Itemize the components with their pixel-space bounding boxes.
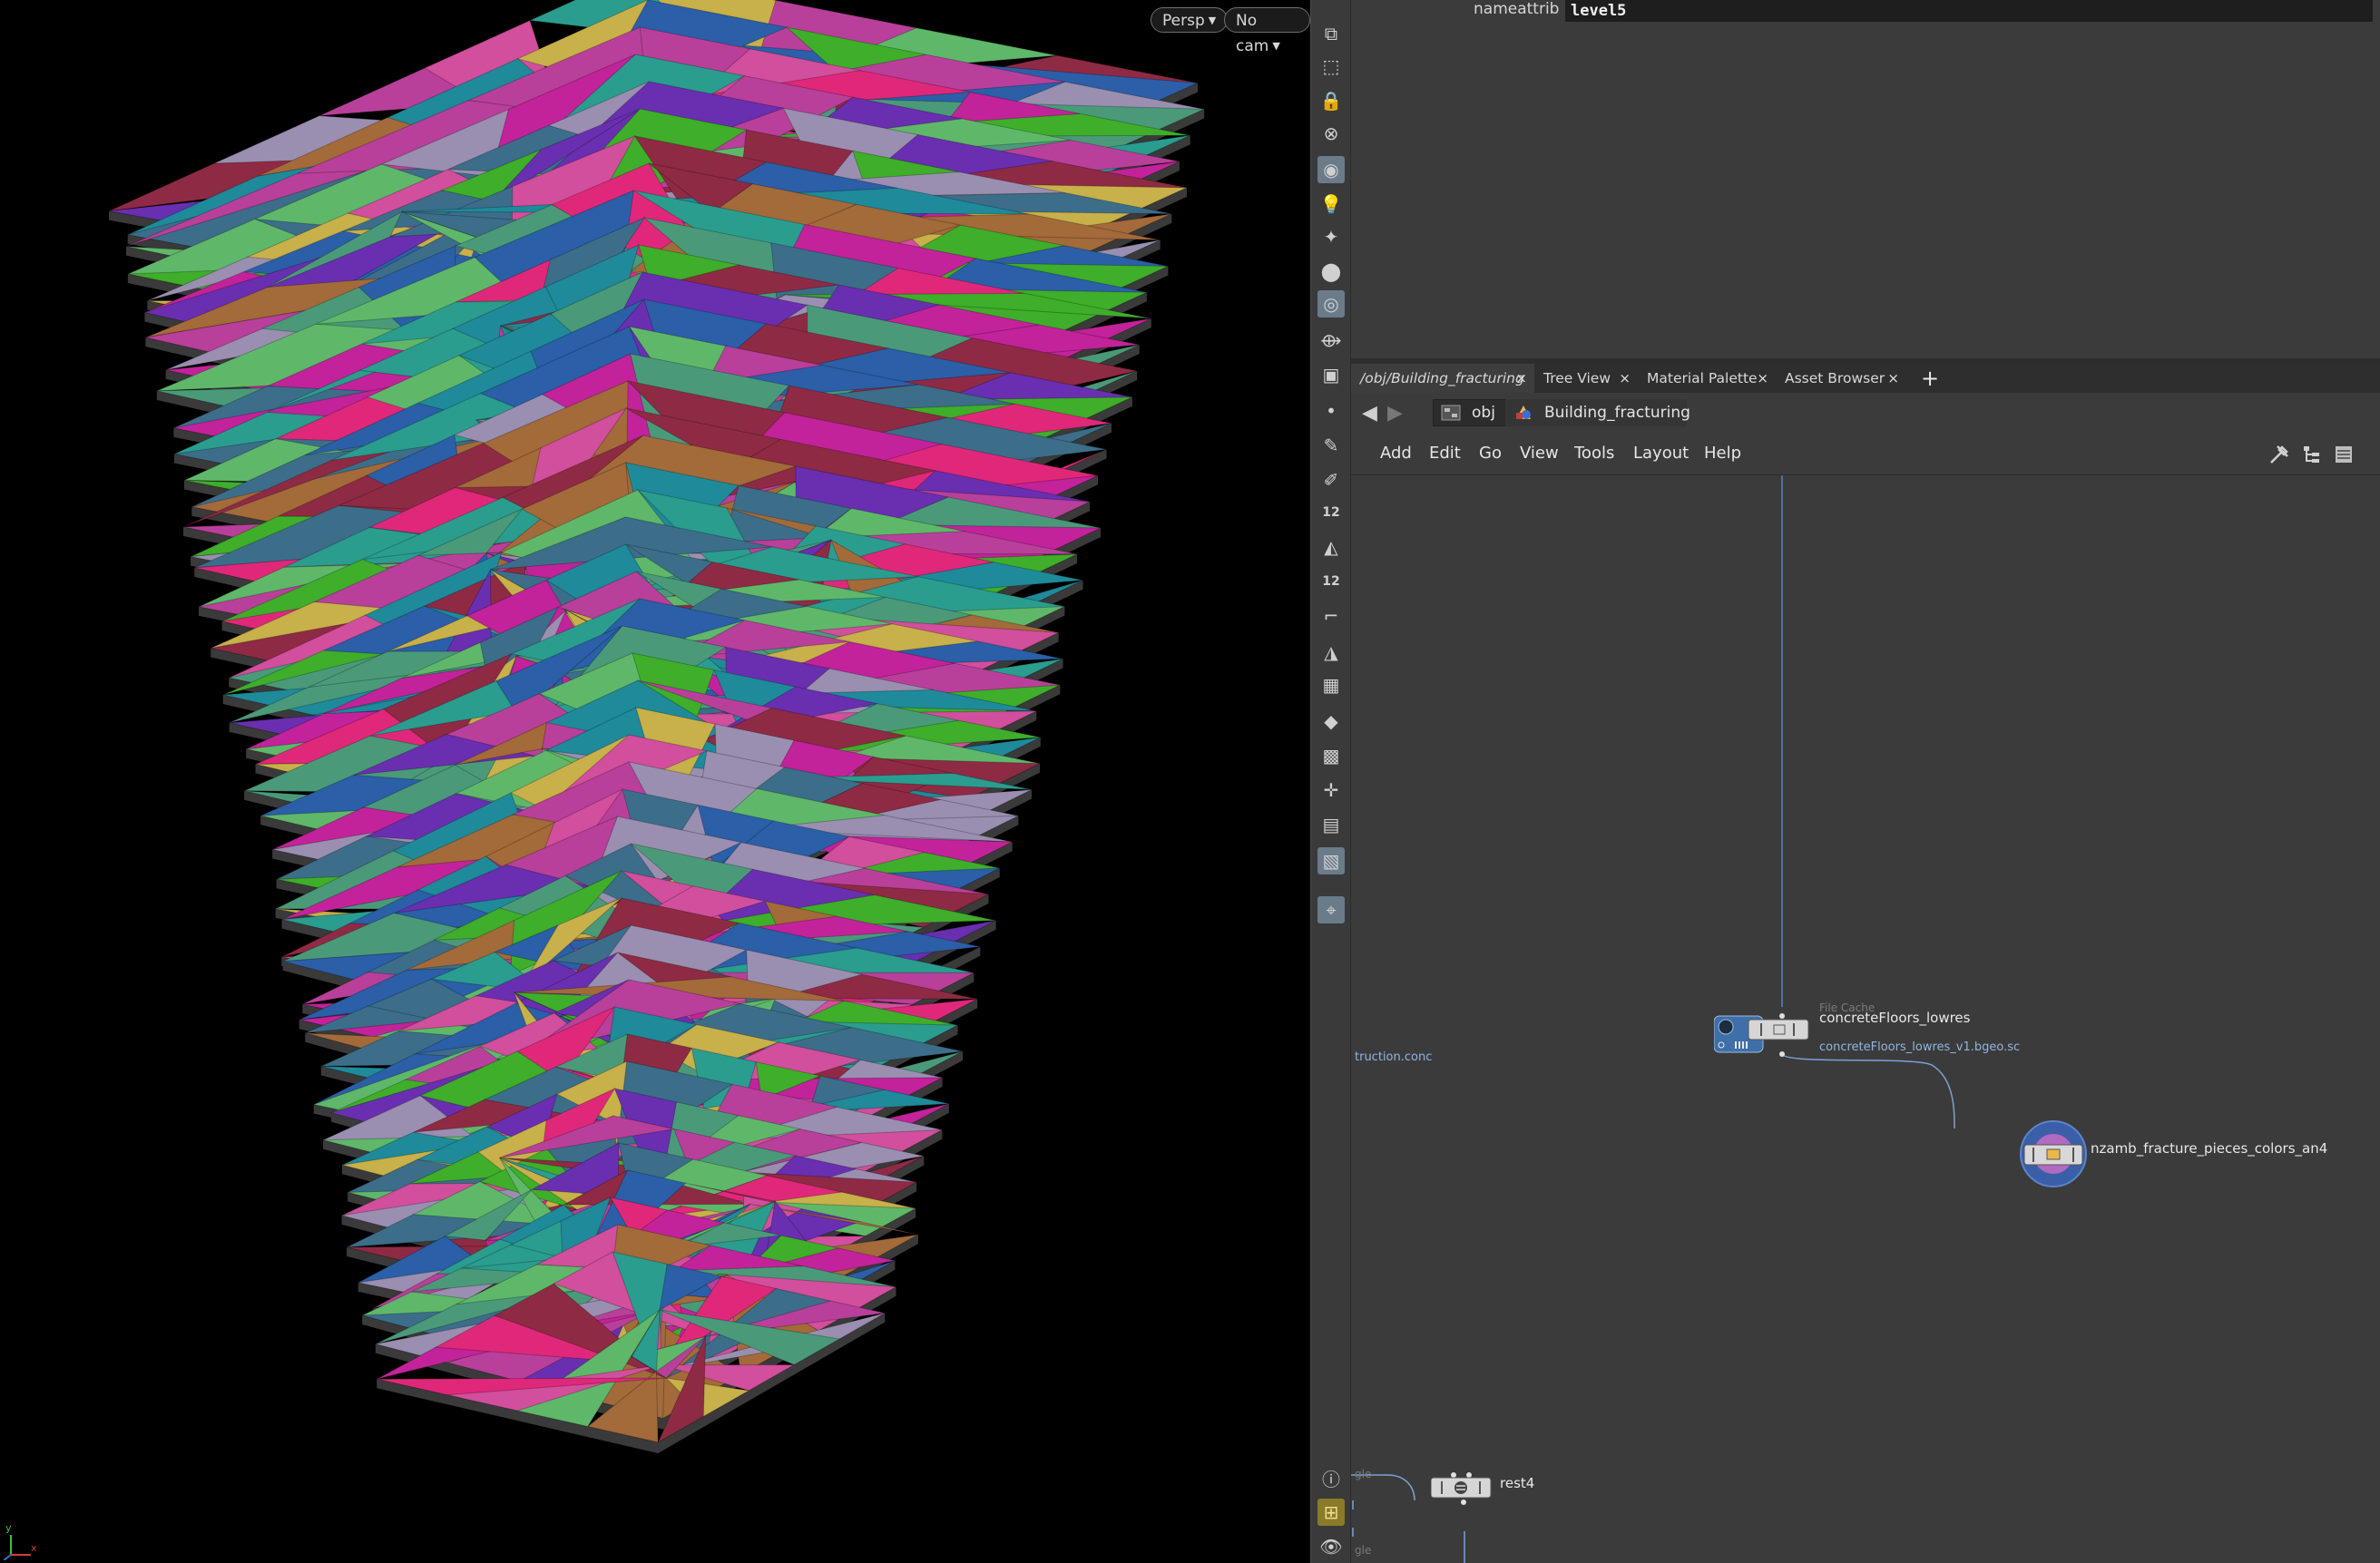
grid-icon[interactable]: ⊞ [1317,1499,1345,1526]
camera-mode-label: Persp [1162,12,1205,30]
axis-y-label: y [5,1522,12,1534]
menu-edit[interactable]: Edit [1429,444,1461,463]
menu-layout[interactable]: Layout [1633,444,1689,463]
point-number-icon[interactable]: 12 [1317,499,1345,526]
menu-tools[interactable]: Tools [1574,444,1614,463]
axis-x-label: x [31,1542,37,1554]
breadcrumb-obj[interactable]: obj [1433,399,1509,426]
tab-label: Tree View [1543,370,1611,386]
viewport-tool-shelf: ⧉ ⬚ 🔒 ⊗ ◉ 💡 ✦ ⬤ ◎ ⟴ ▣ • ✎ ✐ 12 ◭ 12 ⌐ ◮ ▦ ◆ ▩ ✛ ▤ ▧ ⌖ ⓘ ⊞ 👁 [1310,0,1351,1563]
dot-icon[interactable]: • [1317,397,1345,425]
file-cache-node[interactable] [1714,998,1823,1061]
file-cache-node-file: concreteFloors_lowres_v1.bgeo.sc [1819,1040,2021,1054]
axis-gizmo: y x [4,1522,37,1560]
pin-icon[interactable]: ⌖ [1317,896,1345,923]
chevron-down-icon: ▼ [1208,15,1217,26]
close-icon[interactable]: × [1619,364,1631,393]
layer-icon[interactable]: ▤ [1317,811,1345,838]
clipped-node-label: gle [1355,1544,1372,1557]
checker-icon[interactable]: ▦ [1317,671,1345,698]
camera-icon[interactable]: ◎ [1317,290,1345,317]
menu-view[interactable]: View [1520,444,1559,463]
camera-mode-menu[interactable]: Persp ▼ [1151,7,1229,33]
tab-network-editor[interactable]: /obj/Building_fracturing × [1351,364,1534,393]
network-editor-canvas[interactable]: truction.conc gle gle File Cache concret… [1351,475,2380,1563]
menu-add[interactable]: Add [1380,444,1412,463]
uv-icon[interactable]: ▩ [1317,742,1345,769]
hda-node[interactable] [2019,1119,2088,1188]
network-menu-bar: Add Edit Go View Tools Layout Help [1351,433,2380,475]
close-icon[interactable]: × [1887,364,1899,393]
breadcrumb-building-fracturing[interactable]: Building_fracturing [1505,399,1690,426]
spot-light-icon[interactable]: ⬤ [1317,258,1345,285]
right-pane: nameattrib level5 /obj/Building_fracturi… [1351,0,2380,1563]
display-icon[interactable]: ◉ [1317,156,1345,183]
list-view-icon[interactable] [2333,444,2355,465]
close-icon[interactable]: × [1515,364,1527,393]
select-icon[interactable]: ⬚ [1317,53,1345,80]
file-cache-node-name[interactable]: concreteFloors_lowres [1819,1010,1970,1026]
tab-material-palette[interactable]: Material Palette × [1638,364,1776,393]
parm-label-nameattrib: nameattrib [1474,0,1560,18]
tab-label: Material Palette [1647,370,1758,386]
paint-icon[interactable]: ◭ [1317,533,1345,561]
forward-arrow-icon[interactable]: ▶ [1387,402,1403,425]
background-icon[interactable]: ▧ [1317,847,1345,874]
parm-field-nameattrib[interactable]: level5 [1565,0,2373,22]
point-number-label: 12 [1322,505,1340,520]
tree-layout-icon[interactable] [2301,444,2323,465]
fractured-building-geometry[interactable] [0,0,1310,1563]
tab-label: Asset Browser [1785,370,1885,386]
eye-icon[interactable]: 👁 [1317,1533,1345,1560]
shade-icon[interactable]: ◮ [1317,639,1345,666]
tab-tree-view[interactable]: Tree View × [1534,364,1638,393]
breadcrumb-label: Building_fracturing [1544,404,1690,422]
snap-icon[interactable]: ✛ [1317,777,1345,804]
curve-icon[interactable]: ⌐ [1317,602,1345,630]
wrench-icon[interactable] [2268,444,2290,465]
hda-node-icon [2020,1120,2087,1187]
plane-icon[interactable]: ◆ [1317,708,1345,735]
light-icon[interactable]: 💡 [1317,190,1345,218]
rest-node[interactable] [1430,1470,1496,1505]
chevron-down-icon: ▼ [1272,40,1280,52]
lock-icon[interactable]: 🔒 [1317,87,1345,114]
prim-number-label: 12 [1322,574,1340,589]
prim-number-icon[interactable]: 12 [1317,568,1345,595]
pen-icon[interactable]: ✐ [1317,466,1345,493]
path-bar: ◀ ▶ obj Building_fracturing [1351,393,2380,434]
menu-go[interactable]: Go [1479,444,1502,463]
clipped-node-label: gle [1355,1468,1372,1480]
pane-tab-bar: /obj/Building_fracturing × Tree View × M… [1351,364,2380,393]
geo-object-icon [1516,405,1531,419]
clipped-node-file-label: truction.conc [1355,1050,1433,1064]
rest-node-name[interactable]: rest4 [1500,1475,1534,1491]
camera-select-menu[interactable]: No cam ▼ [1224,7,1310,55]
close-icon[interactable]: × [1757,364,1768,393]
render-icon[interactable]: ▣ [1317,361,1345,388]
add-tab-button[interactable]: + [1921,364,1939,393]
point-light-icon[interactable]: ✦ [1317,223,1345,250]
file-cache-node-icon [1714,1013,1809,1053]
parameter-pane: nameattrib level5 [1351,0,2380,358]
hda-node-name[interactable]: nzamb_fracture_pieces_colors_an4 [2091,1140,2327,1157]
tab-label: /obj/Building_fracturing [1360,370,1524,386]
handle-icon[interactable]: ⟴ [1317,327,1345,354]
obj-network-icon [1441,405,1461,421]
3d-viewport[interactable]: Persp ▼ No cam ▼ y x [0,0,1310,1563]
rest-node-icon [1430,1472,1492,1505]
tab-asset-browser[interactable]: Asset Browser × [1776,364,1906,393]
close-circle-icon[interactable]: ⊗ [1317,120,1345,147]
view-icon[interactable]: ⧉ [1317,20,1345,47]
breadcrumb-label: obj [1472,404,1495,422]
back-arrow-icon[interactable]: ◀ [1362,402,1377,425]
menu-help[interactable]: Help [1704,444,1741,463]
info-icon[interactable]: ⓘ [1317,1464,1345,1491]
brush-icon[interactable]: ✎ [1317,432,1345,459]
